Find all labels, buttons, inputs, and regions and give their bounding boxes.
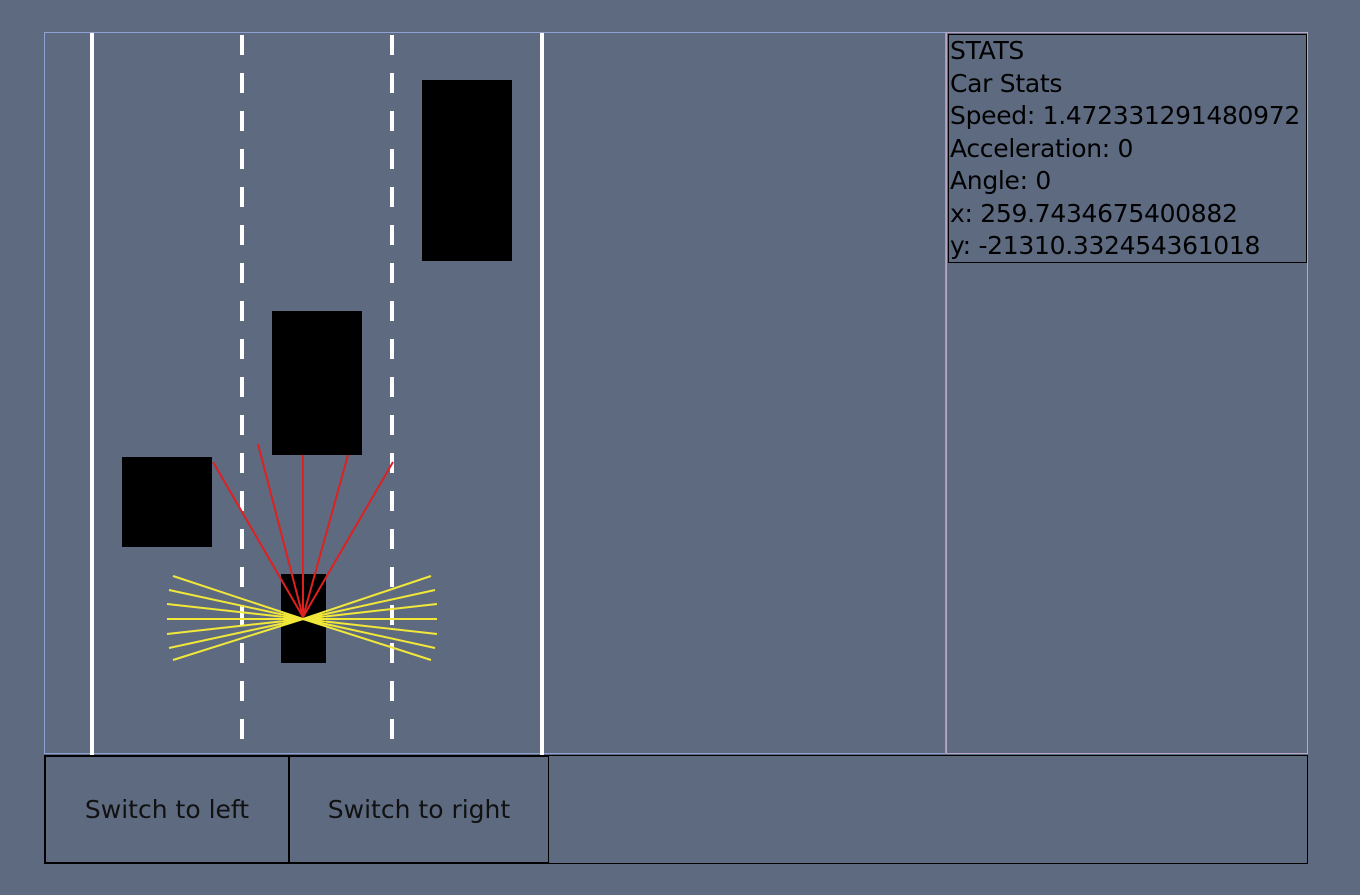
road-scene xyxy=(90,33,544,755)
car-stats-box: STATS Car Stats Speed: 1.472331291480972… xyxy=(948,34,1307,263)
app-root: STATS Car Stats Speed: 1.472331291480972… xyxy=(44,32,1308,864)
x-readout: x: 259.7434675400882 xyxy=(950,198,1238,228)
lane-controls: Switch to left Switch to right xyxy=(44,755,1308,864)
angle-readout: Angle: 0 xyxy=(950,166,1052,195)
stats-heading: STATS xyxy=(950,36,1025,65)
simulation-canvas xyxy=(44,32,946,755)
stats-panel: STATS Car Stats Speed: 1.472331291480972… xyxy=(946,32,1308,754)
car-stats-title: Car Stats xyxy=(950,68,1063,98)
traffic-car xyxy=(422,80,512,261)
traffic-car xyxy=(272,311,362,455)
speed-readout: Speed: 1.472331291480972 xyxy=(950,101,1300,130)
acceleration-readout: Acceleration: 0 xyxy=(950,133,1134,163)
traffic-car xyxy=(122,457,212,547)
switch-right-button[interactable]: Switch to right xyxy=(289,756,549,863)
y-readout: y: -21310.332454361018 xyxy=(950,231,1261,260)
switch-left-button[interactable]: Switch to left xyxy=(45,756,289,863)
front-sensor-ray xyxy=(257,443,304,618)
